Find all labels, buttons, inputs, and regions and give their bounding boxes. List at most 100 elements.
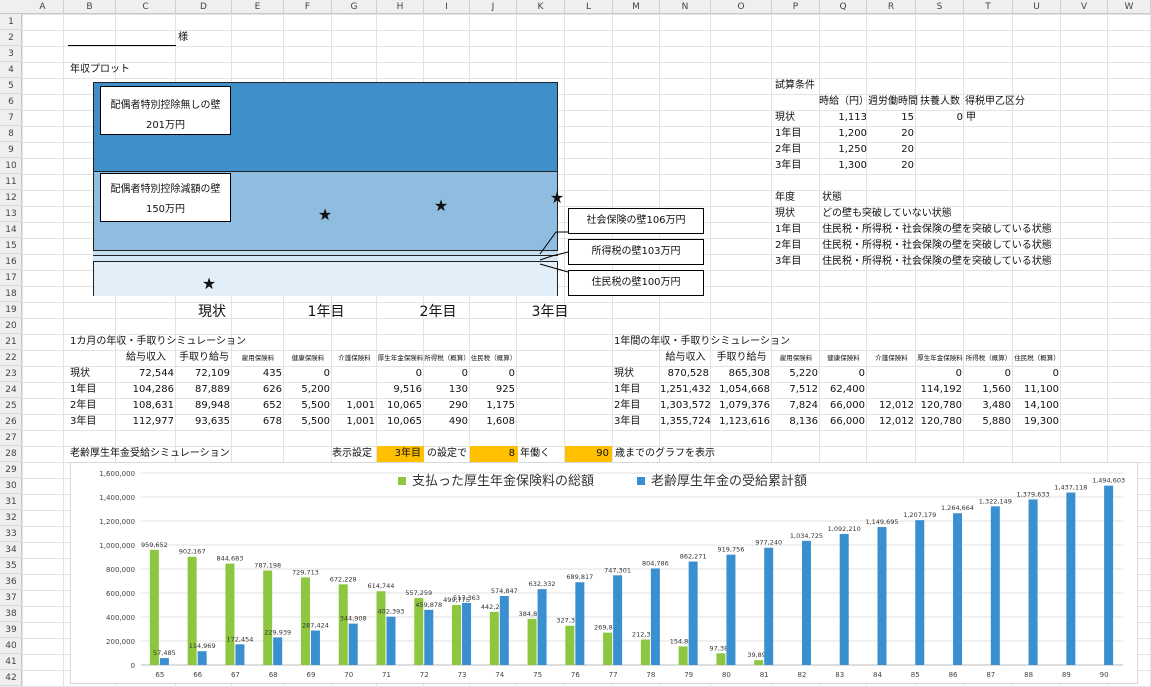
row-header[interactable]: 25 xyxy=(0,398,22,414)
monthly-row-label: 3年目 xyxy=(70,416,97,427)
column-header[interactable]: C xyxy=(116,0,176,14)
column-header[interactable]: S xyxy=(916,0,964,14)
row-header[interactable]: 29 xyxy=(0,462,22,478)
work-years-cell[interactable]: 8 xyxy=(470,446,518,462)
column-header[interactable]: F xyxy=(284,0,332,14)
column-header[interactable]: H xyxy=(377,0,424,14)
row-header[interactable]: 13 xyxy=(0,206,22,222)
row-header[interactable]: 34 xyxy=(0,542,22,558)
cond-dependents[interactable] xyxy=(916,126,963,142)
row-header[interactable]: 37 xyxy=(0,590,22,606)
row-header[interactable]: 22 xyxy=(0,350,22,366)
row-header[interactable]: 28 xyxy=(0,446,22,462)
row-header[interactable]: 8 xyxy=(0,126,22,142)
cond-wage[interactable]: 1,113 xyxy=(820,110,867,126)
row-header[interactable]: 1 xyxy=(0,14,22,30)
plot-year-1: 1年目 xyxy=(307,304,345,320)
row-header[interactable]: 2 xyxy=(0,30,22,46)
monthly-cell: 626 xyxy=(262,384,282,395)
annual-cell: 19,300 xyxy=(1024,416,1059,427)
x-tick-label: 83 xyxy=(835,671,844,679)
row-header[interactable]: 19 xyxy=(0,302,22,318)
cond-wage[interactable]: 1,300 xyxy=(820,158,867,174)
cond-hours[interactable]: 20 xyxy=(867,126,914,142)
column-header[interactable]: L xyxy=(565,0,613,14)
row-header[interactable]: 7 xyxy=(0,110,22,126)
column-header[interactable]: Q xyxy=(820,0,867,14)
monthly-cell: 490 xyxy=(448,416,468,427)
row-header[interactable]: 16 xyxy=(0,254,22,270)
column-header[interactable]: R xyxy=(867,0,916,14)
row-header[interactable]: 18 xyxy=(0,286,22,302)
row-header[interactable]: 12 xyxy=(0,190,22,206)
monthly-cell: 93,635 xyxy=(195,416,230,427)
row-header[interactable]: 38 xyxy=(0,606,22,622)
x-tick-label: 66 xyxy=(193,671,202,679)
cond-hours[interactable]: 15 xyxy=(867,110,914,126)
column-header[interactable]: V xyxy=(1061,0,1108,14)
cond-dependents[interactable]: 0 xyxy=(916,110,963,126)
row-header[interactable]: 6 xyxy=(0,94,22,110)
column-header[interactable]: N xyxy=(660,0,711,14)
cond-dependents[interactable] xyxy=(916,158,963,174)
status-row-label: 3年目 xyxy=(775,256,802,267)
row-header[interactable]: 40 xyxy=(0,638,22,654)
status-row-text: 住民税・所得税・社会保険の壁を突破している状態 xyxy=(822,256,1052,267)
row-header[interactable]: 36 xyxy=(0,574,22,590)
row-header[interactable]: 26 xyxy=(0,414,22,430)
status-row-label: 2年目 xyxy=(775,240,802,251)
row-header[interactable]: 11 xyxy=(0,174,22,190)
bar-received xyxy=(953,513,963,665)
column-header[interactable]: O xyxy=(711,0,772,14)
annual-header: 住民税（概算） xyxy=(1014,354,1060,362)
column-header[interactable]: A xyxy=(22,0,64,14)
cond-wage[interactable]: 1,250 xyxy=(820,142,867,158)
column-header[interactable]: P xyxy=(772,0,820,14)
cond-taxclass[interactable]: 甲 xyxy=(966,110,976,126)
bar-received xyxy=(839,533,849,665)
row-header[interactable]: 27 xyxy=(0,430,22,446)
row-header[interactable]: 23 xyxy=(0,366,22,382)
row-header[interactable]: 17 xyxy=(0,270,22,286)
column-header[interactable]: M xyxy=(613,0,660,14)
column-header[interactable]: W xyxy=(1108,0,1151,14)
year-setting-cell[interactable]: 3年目 xyxy=(377,446,424,462)
column-header[interactable]: T xyxy=(964,0,1013,14)
cond-hours[interactable]: 20 xyxy=(867,142,914,158)
row-header[interactable]: 9 xyxy=(0,142,22,158)
row-header[interactable]: 39 xyxy=(0,622,22,638)
column-header[interactable]: E xyxy=(232,0,284,14)
row-header[interactable]: 30 xyxy=(0,478,22,494)
pension-chart[interactable]: 0 200,000 400,000 600,000 800,000 1,000,000 1,… xyxy=(70,462,1138,684)
row-header[interactable]: 5 xyxy=(0,78,22,94)
cond-header-wage: 時給（円） xyxy=(819,96,869,107)
age-limit-cell[interactable]: 90 xyxy=(565,446,612,462)
column-header[interactable]: I xyxy=(424,0,470,14)
row-header[interactable]: 33 xyxy=(0,526,22,542)
row-header[interactable]: 10 xyxy=(0,158,22,174)
cond-dependents[interactable] xyxy=(916,142,963,158)
column-header[interactable]: J xyxy=(470,0,517,14)
cond-hours[interactable]: 20 xyxy=(867,158,914,174)
column-header[interactable]: K xyxy=(517,0,565,14)
row-header[interactable]: 35 xyxy=(0,558,22,574)
row-header[interactable]: 20 xyxy=(0,318,22,334)
cond-wage[interactable]: 1,200 xyxy=(820,126,867,142)
column-header[interactable]: U xyxy=(1013,0,1061,14)
row-header[interactable]: 24 xyxy=(0,382,22,398)
row-header[interactable]: 14 xyxy=(0,222,22,238)
column-header[interactable]: G xyxy=(332,0,377,14)
row-header[interactable]: 4 xyxy=(0,62,22,78)
status-header-state: 状態 xyxy=(822,192,842,203)
column-header[interactable]: B xyxy=(64,0,116,14)
row-header[interactable]: 32 xyxy=(0,510,22,526)
row-header[interactable]: 3 xyxy=(0,46,22,62)
wall-100-box: 住民税の壁100万円 xyxy=(568,270,704,296)
column-header[interactable]: D xyxy=(176,0,232,14)
row-header[interactable]: 31 xyxy=(0,494,22,510)
row-header[interactable]: 42 xyxy=(0,670,22,686)
row-header[interactable]: 15 xyxy=(0,238,22,254)
row-header[interactable]: 21 xyxy=(0,334,22,350)
wall-150-box: 配偶者特別控除減額の壁 150万円 xyxy=(100,173,231,222)
row-header[interactable]: 41 xyxy=(0,654,22,670)
